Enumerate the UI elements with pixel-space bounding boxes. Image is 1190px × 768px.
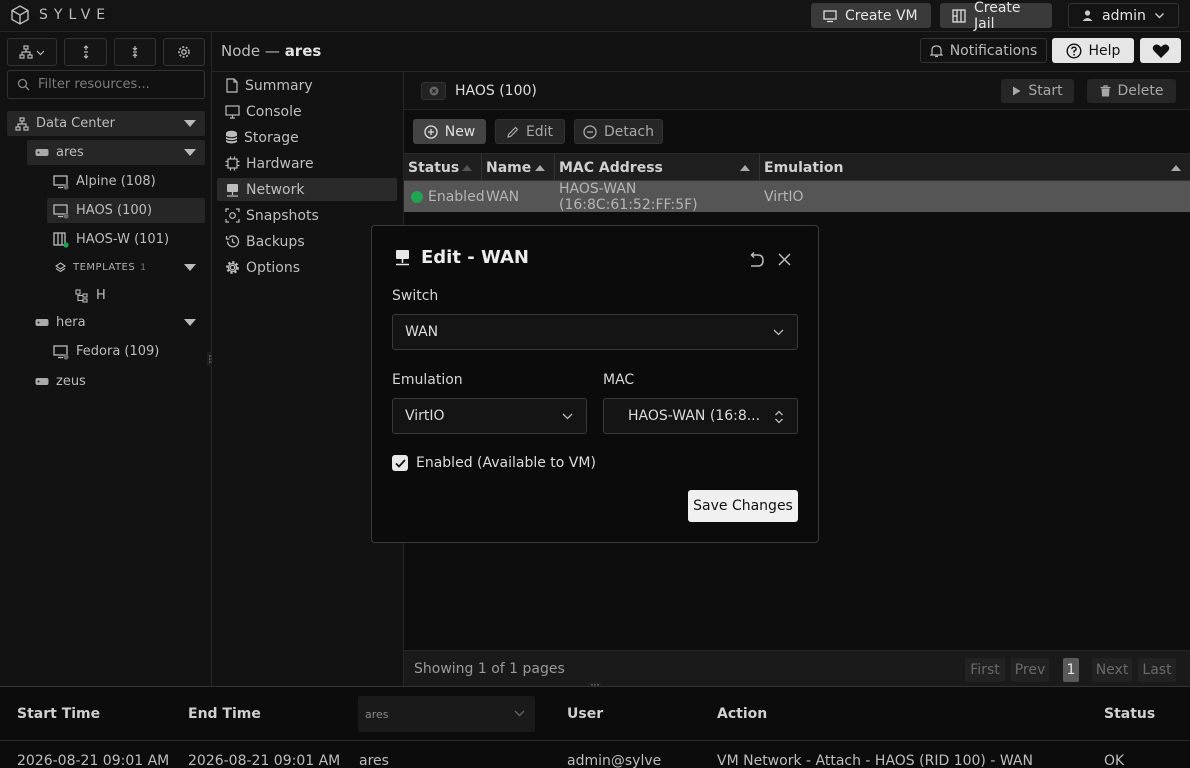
mac-select[interactable]: HAOS-WAN (16:8...: [603, 398, 798, 434]
enabled-checkbox-row[interactable]: Enabled (Available to VM): [392, 455, 596, 471]
check-icon: [394, 458, 406, 468]
reset-icon[interactable]: [747, 252, 765, 268]
dialog-title-text: Edit - WAN: [421, 247, 529, 268]
save-changes-button[interactable]: Save Changes: [688, 490, 798, 522]
enabled-label: Enabled (Available to VM): [416, 455, 596, 471]
chevron-down-icon: [773, 329, 784, 336]
switch-select[interactable]: WAN: [392, 314, 798, 350]
chevron-down-icon: [562, 413, 573, 420]
close-icon[interactable]: [777, 252, 792, 267]
switch-label: Switch: [392, 288, 439, 304]
chevron-up-down-icon: [775, 410, 783, 424]
edit-network-dialog: Edit - WAN Switch WAN Emulation VirtIO M…: [371, 225, 819, 543]
emulation-select[interactable]: VirtIO: [392, 398, 587, 434]
mac-label: MAC: [603, 372, 635, 388]
enabled-checkbox[interactable]: [392, 455, 408, 471]
mac-value: HAOS-WAN (16:8...: [628, 408, 761, 424]
modal-overlay: Edit - WAN Switch WAN Emulation VirtIO M…: [0, 0, 1190, 768]
switch-value: WAN: [405, 324, 439, 340]
emulation-label: Emulation: [392, 372, 463, 388]
network-icon: [396, 250, 409, 266]
emulation-value: VirtIO: [405, 408, 445, 424]
dialog-title: Edit - WAN: [394, 247, 529, 268]
